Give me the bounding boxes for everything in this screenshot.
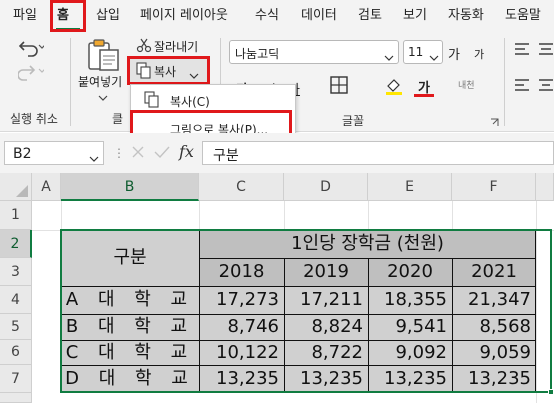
menu-data[interactable]: 데이터 <box>301 0 337 32</box>
row-header-7[interactable]: 7 <box>0 365 32 393</box>
menu-review[interactable]: 검토 <box>358 0 382 32</box>
category-header: 구분 <box>113 247 147 268</box>
row-header-6[interactable]: 6 <box>0 340 32 365</box>
align-top-icon[interactable] <box>514 42 530 59</box>
menu-page-layout[interactable]: 페이지 레이아웃 <box>140 0 228 32</box>
font-group-label: 글꼴 <box>342 114 365 128</box>
paste-chevron-icon[interactable] <box>98 90 108 104</box>
table-cell[interactable]: 8,722 <box>284 340 368 365</box>
fill-color-icon[interactable] <box>384 76 404 99</box>
table-cell[interactable]: 13,235 <box>284 365 368 393</box>
highlight-home-tab <box>50 0 86 32</box>
shrink-font-button[interactable]: 가 <box>474 46 484 62</box>
table-cell[interactable]: 17,273 <box>199 286 284 314</box>
gridline <box>452 201 453 230</box>
name-box-chevron-icon[interactable] <box>89 151 99 165</box>
font-name-chevron-icon[interactable] <box>384 50 394 64</box>
font-dialog-launcher-icon[interactable] <box>490 116 499 130</box>
grow-font-button[interactable]: 가 <box>448 44 460 63</box>
formula-input[interactable]: 구분 <box>202 141 554 165</box>
formula-bar-dots-icon[interactable]: ⋮ <box>113 146 125 160</box>
row-header-8[interactable] <box>0 393 32 403</box>
menu-view[interactable]: 보기 <box>403 0 427 32</box>
row-label[interactable]: B 대 학 교 <box>61 314 199 340</box>
menu-insert[interactable]: 삽입 <box>96 0 120 32</box>
menu-automate[interactable]: 자동화 <box>448 0 484 32</box>
ribbon-divider <box>70 38 71 126</box>
gridline <box>284 201 285 230</box>
menu-item-copy[interactable]: 복사(C) <box>170 93 210 110</box>
column-header-b[interactable]: B <box>61 173 199 201</box>
group-header[interactable]: 1인당 장학금 (천원) <box>199 230 536 258</box>
select-all-corner[interactable] <box>0 173 32 201</box>
table-cell[interactable]: 8,746 <box>199 314 284 340</box>
align-left-icon[interactable] <box>514 78 530 95</box>
table-cell[interactable]: 8,568 <box>452 314 536 340</box>
insert-function-button[interactable]: fx <box>179 142 194 161</box>
table-cell[interactable]: 9,541 <box>368 314 452 340</box>
font-name-value: 나눔고딕 <box>235 47 280 61</box>
row-label[interactable]: D 대 학 교 <box>61 365 199 393</box>
row-label[interactable]: C 대 학 교 <box>61 340 199 365</box>
column-header-e[interactable]: E <box>368 173 452 201</box>
table-cell[interactable]: 18,355 <box>368 286 452 314</box>
undo-group-label: 실행 취소 <box>10 112 58 126</box>
row-header-4[interactable]: 4 <box>0 286 32 314</box>
enter-icon[interactable] <box>154 145 170 162</box>
column-header-a[interactable]: A <box>32 173 61 201</box>
table-cell[interactable]: 13,235 <box>199 365 284 393</box>
highlight-copy-button <box>127 56 210 85</box>
paste-icon[interactable] <box>86 38 122 75</box>
row-header-5[interactable]: 5 <box>0 314 32 340</box>
table-cell[interactable]: 9,092 <box>368 340 452 365</box>
row-header-1[interactable]: 1 <box>0 201 32 230</box>
font-size-value: 11 <box>408 45 424 59</box>
font-size-chevron-icon[interactable] <box>429 50 439 64</box>
gridline <box>61 201 62 230</box>
fill-handle[interactable] <box>548 389 554 395</box>
menu-help[interactable]: 도움말 <box>505 0 541 32</box>
column-header-f[interactable]: F <box>452 173 536 201</box>
align-middle-icon[interactable] <box>538 42 554 59</box>
scissors-icon[interactable] <box>136 37 152 56</box>
redo-icon[interactable] <box>17 62 46 85</box>
table-cell[interactable]: 13,235 <box>452 365 536 393</box>
menu-file[interactable]: 파일 <box>13 0 37 32</box>
undo-icon[interactable] <box>18 38 46 61</box>
year-header[interactable]: 2021 <box>452 258 536 286</box>
formula-value: 구분 <box>213 148 239 164</box>
ribbon-divider <box>504 38 505 126</box>
year-header[interactable]: 2020 <box>368 258 452 286</box>
row-label[interactable]: A 대 학 교 <box>61 286 199 314</box>
row-header-3[interactable]: 3 <box>0 258 32 286</box>
table-cell[interactable]: 13,235 <box>368 365 452 393</box>
cancel-icon[interactable] <box>131 145 145 162</box>
table-cell[interactable]: 8,824 <box>284 314 368 340</box>
name-box[interactable]: B2 <box>4 141 104 165</box>
paste-label[interactable]: 붙여넣기 <box>78 73 122 90</box>
align-center-icon[interactable] <box>538 78 554 95</box>
copy-menu-icon <box>144 91 160 112</box>
table-cell[interactable]: 21,347 <box>452 286 536 314</box>
column-header-d[interactable]: D <box>284 173 368 201</box>
gridline <box>368 201 369 230</box>
menu-formulas[interactable]: 수식 <box>255 0 279 32</box>
phonetic-button[interactable]: 내천 <box>458 78 475 91</box>
gridline <box>199 201 200 230</box>
border-icon[interactable] <box>330 76 348 97</box>
row-header-2[interactable]: 2 <box>0 230 32 258</box>
cut-label[interactable]: 잘라내기 <box>154 38 198 55</box>
name-box-value: B2 <box>13 146 32 162</box>
table-cell[interactable]: 9,059 <box>452 340 536 365</box>
font-color-swatch <box>414 94 434 97</box>
table-cell[interactable]: 17,211 <box>284 286 368 314</box>
table-cell[interactable]: 10,122 <box>199 340 284 365</box>
column-header-g[interactable] <box>536 173 554 201</box>
year-header[interactable]: 2018 <box>199 258 284 286</box>
year-header[interactable]: 2019 <box>284 258 368 286</box>
column-header-c[interactable]: C <box>199 173 284 201</box>
clipboard-group-label: 클 <box>112 112 124 126</box>
